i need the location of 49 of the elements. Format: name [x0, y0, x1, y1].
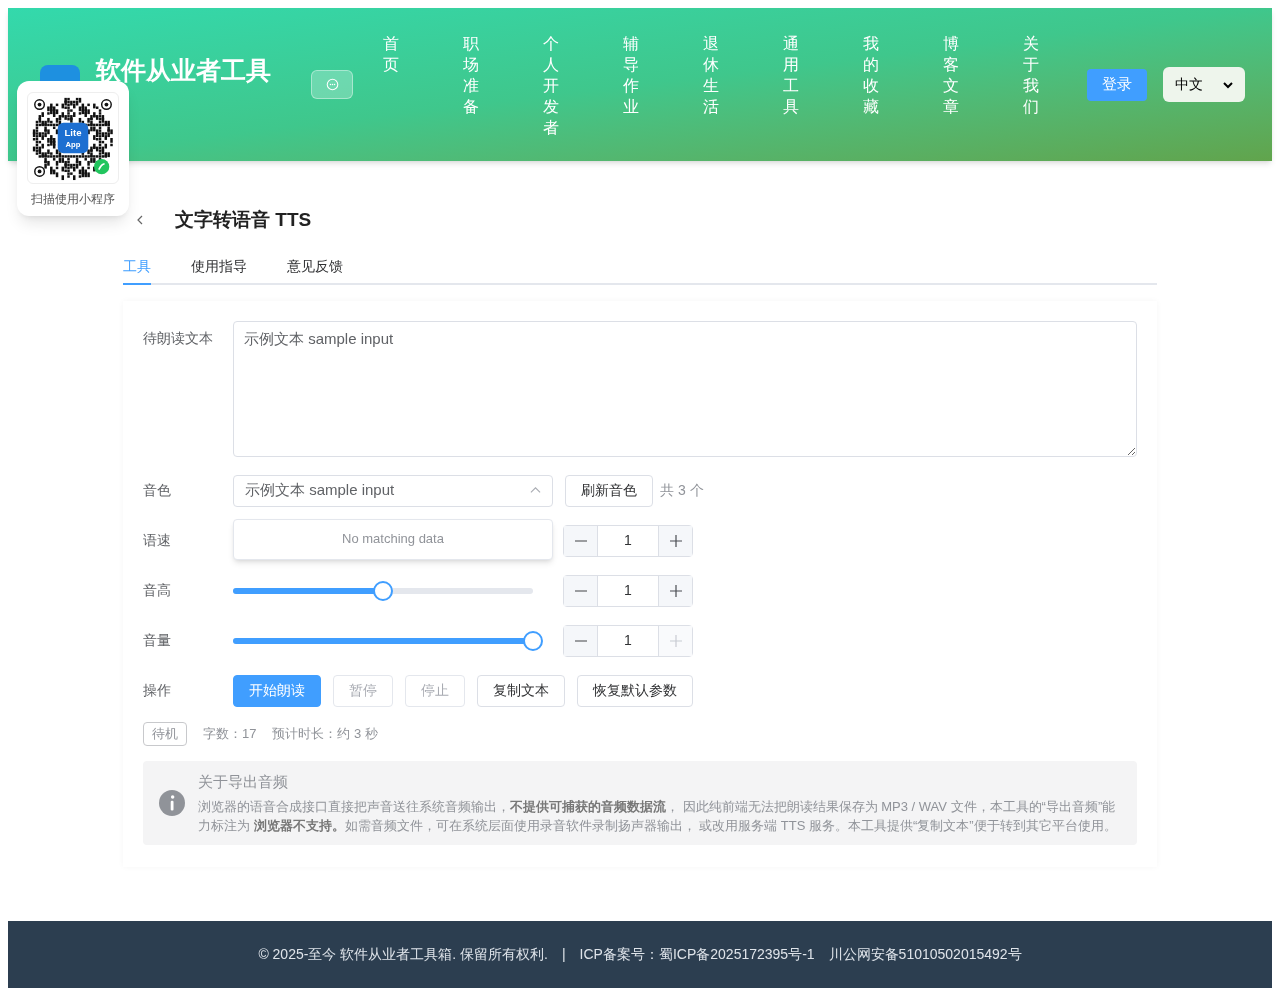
field-label: 音色 — [143, 481, 172, 500]
slider-handle[interactable] — [373, 580, 393, 601]
icp-link[interactable]: ICP备案号：蜀ICP备2025172395号-1 — [579, 944, 815, 965]
tab[interactable]: 使用指导 — [191, 250, 247, 285]
minus-icon — [574, 589, 587, 592]
notice-title: 关于导出音频 — [198, 771, 289, 792]
empty-message: No matching data — [342, 530, 444, 549]
field-label: 操作 — [143, 681, 172, 700]
text-input-field[interactable]: 示例文本 sample input — [233, 320, 1137, 457]
voice-select[interactable]: 示例文本 sample input — [233, 474, 553, 507]
action-button[interactable]: 恢复默认参数 — [577, 674, 693, 707]
minus-icon — [574, 639, 587, 642]
plus-button[interactable] — [658, 575, 692, 606]
refresh-voices-button[interactable]: 刷新音色 — [565, 474, 653, 507]
qr-code-drawing: Lite App — [30, 95, 116, 181]
field-label: 音高 — [143, 581, 172, 600]
field-label: 待朗读文本 — [143, 328, 214, 348]
minus-button[interactable] — [564, 625, 598, 656]
number-stepper[interactable]: 1 — [563, 574, 693, 607]
info-icon — [159, 789, 185, 816]
number-value[interactable]: 1 — [598, 575, 658, 606]
chat-icon — [325, 78, 339, 91]
char-count: 字数：17 — [203, 724, 257, 743]
back-icon[interactable] — [135, 215, 145, 226]
chevron-down-icon — [1223, 79, 1233, 90]
police-record-link[interactable]: 川公网安备51010502015492号 — [828, 944, 1022, 965]
duration-estimate: 预计时长：约 3 秒 — [272, 724, 378, 743]
minus-button[interactable] — [564, 575, 598, 606]
plus-button[interactable] — [658, 525, 692, 556]
minus-button[interactable] — [564, 525, 598, 556]
field-label: 语速 — [143, 531, 172, 550]
minus-icon — [574, 539, 587, 542]
voice-count: 共 3 个 — [660, 481, 704, 500]
page-title: 文字转语音 TTS — [175, 208, 312, 232]
separator-text: | — [561, 945, 566, 964]
action-button[interactable]: 复制文本 — [477, 674, 565, 707]
number-value[interactable]: 1 — [598, 525, 658, 556]
chat-button[interactable] — [311, 70, 353, 99]
status-tag: 待机 — [143, 721, 187, 746]
language-select[interactable]: 中文 — [1163, 67, 1245, 102]
number-stepper[interactable]: 1 — [563, 524, 693, 557]
qr-caption: 扫描使用小程序 — [31, 191, 115, 208]
field-label: 音量 — [143, 631, 172, 650]
number-value[interactable]: 1 — [598, 625, 658, 656]
slider-handle[interactable] — [523, 630, 543, 651]
copyright-text: © 2025-至今 软件从业者工具箱. 保留所有权利. — [258, 945, 548, 964]
notice-text: 浏览器的语音合成接口直接把声音送往系统音频输出，不提供可捕获的音频数据流， 因此纯前端无法把朗读结果保存为 MP3 / WAV 文件，本工具的“导出音频”能力标注为 浏览器不支持。如需音频文件，可在系统层面使用录音软件录制扬声器输出， 或改用服务端 TTS 服务。本工具提供“复制文本”便于转到其它平台使用。 — [198, 798, 1118, 835]
number-stepper[interactable]: 1 — [563, 624, 693, 657]
tab[interactable]: 意见反馈 — [287, 250, 343, 285]
